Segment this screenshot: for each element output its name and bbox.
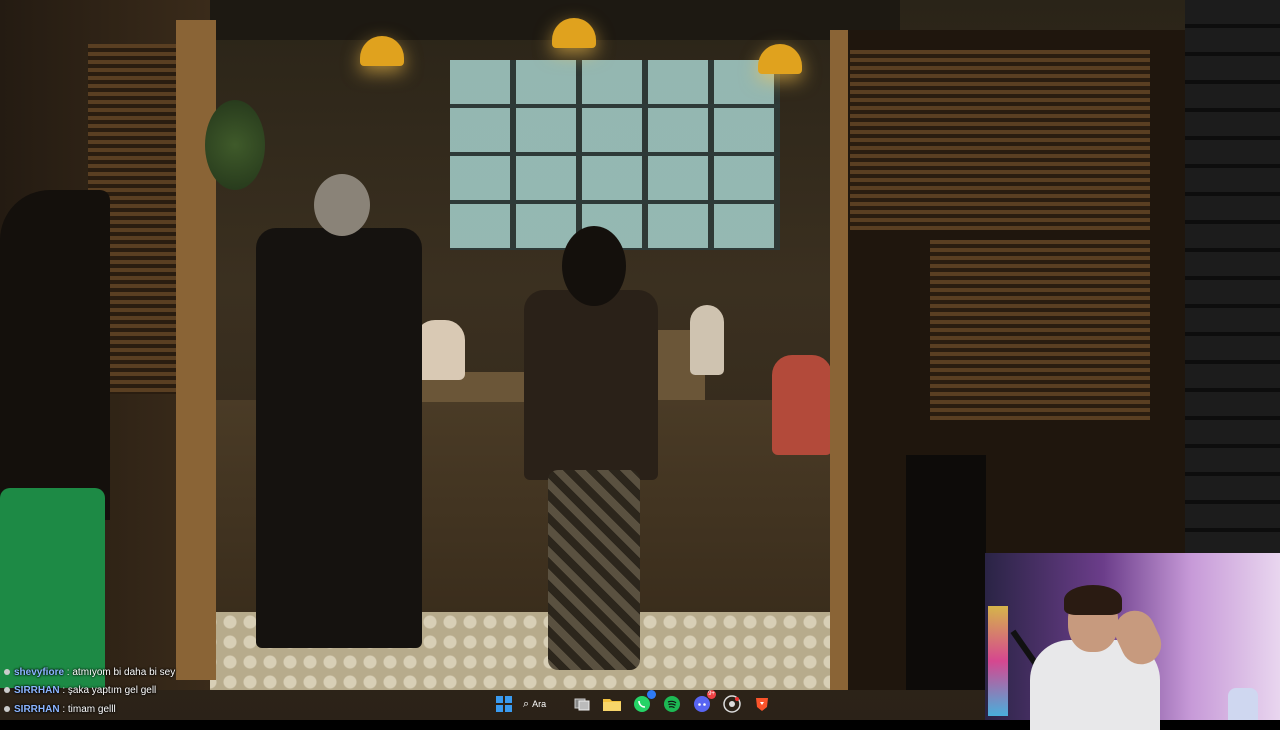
water-bottle: [1228, 688, 1258, 720]
discord-icon[interactable]: 9+: [691, 690, 716, 715]
brick-wall: [1185, 0, 1280, 560]
chat-username: SIRRHAN: [14, 704, 60, 715]
pendant-lamp: [758, 44, 802, 74]
discord-badge: 9+: [707, 690, 716, 699]
streamer-hair: [1064, 585, 1122, 615]
chat-message: SIRRHAN : timam gelll: [4, 703, 116, 717]
chat-message: shevyfiore : atmıyom bi daha bi sey: [4, 666, 175, 680]
seated-woman: [415, 320, 465, 380]
dark-cabinet: [906, 455, 986, 690]
user-badge-icon: [4, 669, 10, 676]
whatsapp-icon[interactable]: [631, 690, 656, 715]
right-shutter: [850, 50, 1150, 230]
door-frame: [830, 30, 848, 690]
ceiling: [200, 0, 900, 40]
user-badge-icon: [4, 706, 10, 713]
search-icon: ⌕: [523, 697, 530, 710]
user-badge-icon: [4, 687, 10, 694]
taskbar: ⌕ Ara 9+: [485, 688, 803, 720]
seated-woman-plaid: [772, 355, 832, 455]
file-explorer-icon[interactable]: [601, 693, 623, 715]
chat-text: : şaka yaptım gel gell: [59, 685, 157, 696]
rgb-pc-case: [988, 606, 1008, 716]
brave-icon[interactable]: [751, 693, 773, 715]
spotify-icon[interactable]: [661, 693, 683, 715]
whatsapp-badge: [647, 690, 656, 699]
chat-overlay: shevyfiore : atmıyom bi daha bi sey SIRR…: [0, 664, 480, 720]
plant: [205, 100, 265, 190]
seated-woman: [690, 305, 724, 375]
man-in-suit: [256, 228, 422, 648]
chat-username: SIRRHAN: [14, 685, 60, 696]
woman-head: [562, 226, 626, 306]
chat-text: : timam gelll: [59, 704, 116, 715]
camo-pants: [548, 470, 640, 670]
right-shutter: [930, 240, 1150, 420]
window-mullions: [450, 60, 780, 250]
search-button[interactable]: ⌕ Ara: [523, 693, 563, 715]
woman-walking: [524, 290, 658, 480]
chrome-icon[interactable]: [721, 693, 743, 715]
green-chair: [0, 488, 105, 688]
chat-text: : atmıyom bi daha bi sey: [64, 667, 176, 678]
search-label: Ara: [532, 699, 547, 709]
chat-username: shevyfiore: [14, 667, 65, 678]
task-view-icon[interactable]: [571, 693, 593, 715]
man-head: [314, 174, 370, 236]
chat-message: SIRRHAN : şaka yaptım gel gell: [4, 684, 156, 698]
pendant-lamp: [360, 36, 404, 66]
foreground-person: [0, 190, 110, 520]
windows-start-icon[interactable]: [493, 693, 515, 715]
